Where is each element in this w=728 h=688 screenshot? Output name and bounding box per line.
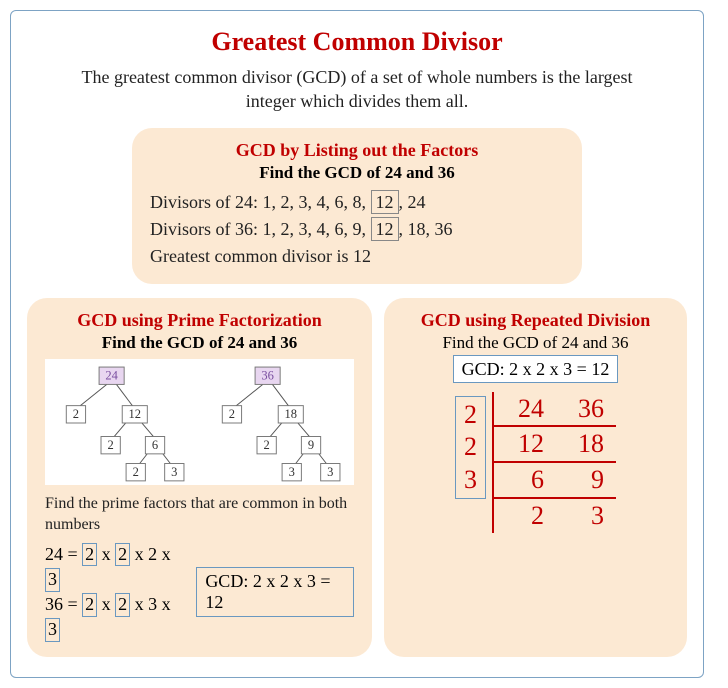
ladder-row-0: 2436 <box>494 392 616 428</box>
ladder-row-1: 1218 <box>494 427 616 463</box>
svg-text:2: 2 <box>108 438 114 452</box>
div36-post: , 18, 36 <box>399 219 453 239</box>
definition-text: The greatest common divisor (GCD) of a s… <box>77 65 637 114</box>
repeated-title: GCD using Repeated Division <box>402 310 669 331</box>
div24-highlight: 12 <box>371 190 399 215</box>
prime-title: GCD using Prime Factorization <box>45 310 354 331</box>
listing-subtitle: Find the GCD of 24 and 36 <box>150 163 564 183</box>
svg-text:9: 9 <box>307 438 313 452</box>
repeated-subtitle: Find the GCD of 24 and 36 <box>402 333 669 353</box>
svg-text:18: 18 <box>284 407 297 421</box>
svg-text:3: 3 <box>171 465 177 479</box>
eq-left: 24 = 2 x 2 x 2 x 3 36 = 2 x 2 x 3 x 3 <box>45 542 182 643</box>
ladder-row-3: 23 <box>494 499 616 533</box>
div24-pre: 1, 2, 3, 4, 6, 8, <box>263 192 371 212</box>
div24-label: Divisors of 24: <box>150 192 263 212</box>
svg-text:2: 2 <box>73 407 79 421</box>
div36-pre: 1, 2, 3, 4, 6, 9, <box>263 219 371 239</box>
listing-result: Greatest common divisor is 12 <box>150 243 564 270</box>
ladder-div-1: 2 <box>464 431 477 464</box>
svg-text:12: 12 <box>129 407 142 421</box>
prime-equations: 24 = 2 x 2 x 2 x 3 36 = 2 x 2 x 3 x 3 GC… <box>45 542 354 643</box>
svg-text:36: 36 <box>261 368 274 382</box>
tree-36-icon: 36 2 18 2 9 3 3 <box>203 363 353 483</box>
svg-text:2: 2 <box>133 465 139 479</box>
svg-text:3: 3 <box>327 465 333 479</box>
svg-text:6: 6 <box>152 438 158 452</box>
panel-listing: GCD by Listing out the Factors Find the … <box>132 128 582 284</box>
ladder-div-2: 3 <box>464 464 477 497</box>
svg-text:24: 24 <box>105 368 118 382</box>
panel-repeated: GCD using Repeated Division Find the GCD… <box>384 298 687 657</box>
div36-highlight: 12 <box>371 217 399 242</box>
svg-text:2: 2 <box>228 407 234 421</box>
ladder-row-2: 69 <box>494 463 616 499</box>
eq-24: 24 = 2 x 2 x 2 x 3 <box>45 542 182 592</box>
repeated-result: GCD: 2 x 2 x 3 = 12 <box>453 355 619 383</box>
bottom-row: GCD using Prime Factorization Find the G… <box>27 298 687 657</box>
panel-prime: GCD using Prime Factorization Find the G… <box>27 298 372 657</box>
div36-label: Divisors of 36: <box>150 219 263 239</box>
prime-explain: Find the prime factors that are common i… <box>45 493 354 536</box>
div24-post: , 24 <box>399 192 426 212</box>
division-ladder: 2 2 3 2436 1218 69 23 <box>402 392 669 533</box>
divisors-24: Divisors of 24: 1, 2, 3, 4, 6, 8, 12, 24 <box>150 189 564 216</box>
repeated-result-wrap: GCD: 2 x 2 x 3 = 12 <box>402 359 669 380</box>
divisors-36: Divisors of 36: 1, 2, 3, 4, 6, 9, 12, 18… <box>150 216 564 243</box>
listing-title: GCD by Listing out the Factors <box>150 140 564 161</box>
svg-text:2: 2 <box>263 438 269 452</box>
main-container: Greatest Common Divisor The greatest com… <box>10 10 704 678</box>
page-title: Greatest Common Divisor <box>27 27 687 57</box>
prime-result: GCD: 2 x 2 x 3 = 12 <box>196 567 354 617</box>
factor-trees: 24 212 26 23 <box>45 359 354 485</box>
ladder-div-0: 2 <box>464 399 477 432</box>
ladder-divisors: 2 2 3 <box>455 396 486 500</box>
prime-subtitle: Find the GCD of 24 and 36 <box>45 333 354 353</box>
svg-text:3: 3 <box>288 465 294 479</box>
tree-24-icon: 24 212 26 23 <box>47 363 197 483</box>
ladder-quotients: 2436 1218 69 23 <box>492 392 616 533</box>
eq-36: 36 = 2 x 2 x 3 x 3 <box>45 592 182 642</box>
